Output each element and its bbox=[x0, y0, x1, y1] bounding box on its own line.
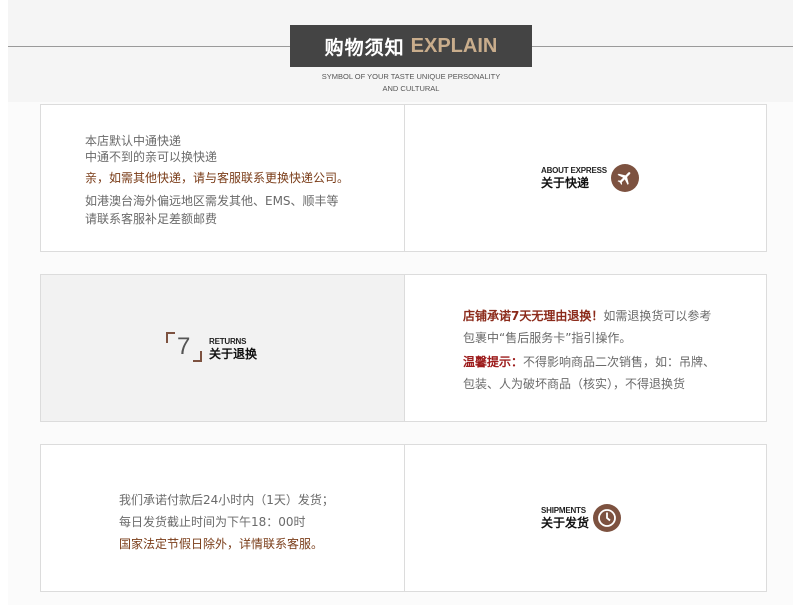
returns-section: 7 RETURNS 关于退换 店铺承诺7天无理由退换！如需退换货可以参考 包裹中… bbox=[40, 274, 767, 422]
returns-line-3-rest: 不得影响商品二次销售，如：吊牌、 bbox=[523, 355, 716, 369]
shipments-line-2: 每日发货截止时间为下午18：00时 bbox=[119, 515, 306, 529]
shipments-text: 我们承诺付款后24小时内（1天）发货； 每日发货截止时间为下午18：00时 国家… bbox=[119, 489, 334, 555]
shipments-badge-en: SHIPMENTS bbox=[541, 505, 586, 515]
page-subtitle: SYMBOL OF YOUR TASTE UNIQUE PERSONALITY … bbox=[290, 71, 532, 95]
shipments-line-1: 我们承诺付款后24小时内（1天）发货； bbox=[119, 493, 334, 507]
shipments-section: 我们承诺付款后24小时内（1天）发货； 每日发货截止时间为下午18：00时 国家… bbox=[40, 444, 767, 592]
express-line-3: 亲，如需其他快递，请与客服联系更换快递公司。 bbox=[85, 171, 350, 185]
page-title-cn: 购物须知 bbox=[324, 36, 405, 59]
airplane-icon bbox=[610, 164, 639, 192]
section-divider bbox=[404, 275, 405, 421]
section-divider bbox=[404, 445, 405, 591]
returns-text: 店铺承诺7天无理由退换！如需退换货可以参考 包裹中“售后服务卡”指引操作。 温馨… bbox=[463, 305, 715, 395]
shipments-badge-cn: 关于发货 bbox=[541, 515, 590, 530]
returns-line-1-rest: 如需退换货可以参考 bbox=[603, 309, 712, 323]
page-title-en: EXPLAIN bbox=[410, 34, 498, 57]
returns-badge-cn: 关于退换 bbox=[209, 346, 258, 361]
clock-icon bbox=[593, 504, 622, 532]
returns-promise: 店铺承诺7天无理由退换！ bbox=[463, 309, 604, 323]
express-badge-en: ABOUT EXPRESS bbox=[541, 165, 607, 175]
express-line-1: 本店默认中通快递 bbox=[85, 134, 182, 148]
express-text: 本店默认中通快递 中通不到的亲可以换快递 亲，如需其他快递，请与客服联系更换快递… bbox=[85, 133, 349, 228]
returns-line-2: 包裹中“售后服务卡”指引操作。 bbox=[463, 331, 632, 345]
seven-days-number: 7 bbox=[177, 333, 191, 360]
subtitle-line-1: SYMBOL OF YOUR TASTE UNIQUE PERSONALITY bbox=[321, 72, 501, 81]
shipments-badge: SHIPMENTS 关于发货 bbox=[541, 504, 622, 532]
seven-days-icon: 7 bbox=[165, 331, 203, 363]
express-line-2: 中通不到的亲可以换快递 bbox=[85, 150, 218, 164]
returns-warning-label: 温馨提示： bbox=[463, 355, 524, 369]
express-section: 本店默认中通快递 中通不到的亲可以换快递 亲，如需其他快递，请与客服联系更换快递… bbox=[40, 104, 767, 252]
express-badge: ABOUT EXPRESS 关于快递 bbox=[541, 164, 639, 192]
express-line-4: 如港澳台海外偏远地区需发其他、EMS、顺丰等 bbox=[85, 194, 339, 208]
returns-line-4: 包装、人为破坏商品（核实），不得退换货 bbox=[463, 377, 686, 391]
subtitle-line-2: AND CULTURAL bbox=[382, 84, 440, 93]
express-badge-cn: 关于快递 bbox=[541, 175, 590, 190]
page-title-box: 购物须知 EXPLAIN bbox=[290, 25, 532, 67]
returns-badge: 7 RETURNS 关于退换 bbox=[165, 331, 257, 363]
shipments-line-3: 国家法定节假日除外，详情联系客服。 bbox=[119, 537, 324, 551]
returns-badge-en: RETURNS bbox=[209, 336, 247, 346]
section-divider bbox=[404, 105, 405, 251]
express-line-5: 请联系客服补足差额邮费 bbox=[85, 212, 218, 226]
